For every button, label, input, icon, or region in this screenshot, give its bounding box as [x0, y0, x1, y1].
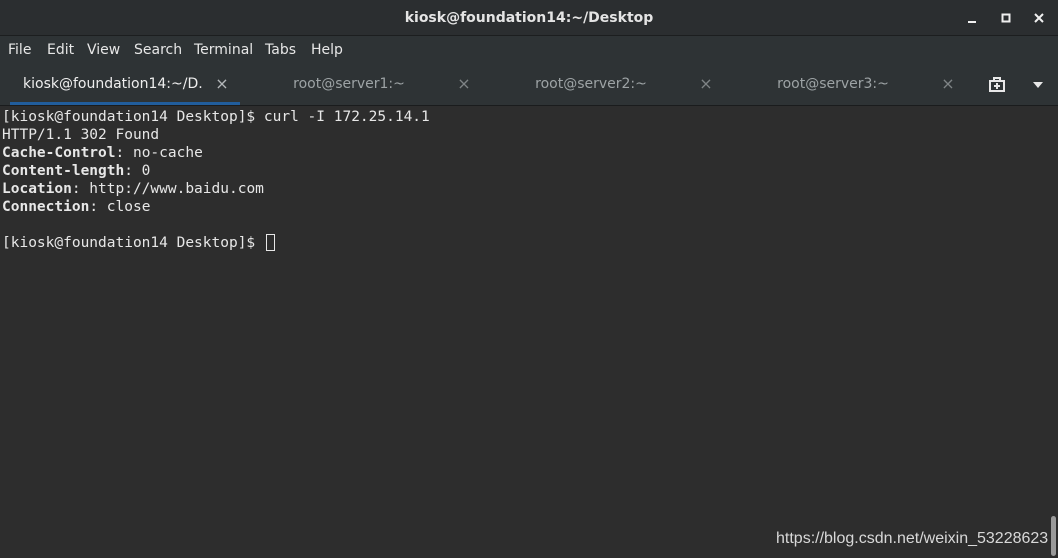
new-tab-icon [989, 77, 1005, 92]
header-value: : 0 [124, 163, 151, 179]
tab-root-server1[interactable]: root@server1:~ × [252, 64, 482, 105]
new-tab-button[interactable] [986, 74, 1008, 96]
header-value: : close [89, 199, 151, 215]
tab-root-server3[interactable]: root@server3:~ × [736, 64, 966, 105]
header-line: Location: http://www.baidu.com [2, 180, 264, 198]
minimize-icon [968, 21, 976, 23]
tab-label: root@server2:~ [535, 76, 647, 92]
tab-root-server2[interactable]: root@server2:~ × [494, 64, 724, 105]
terminal-scrollbar[interactable] [1050, 106, 1058, 558]
menu-edit[interactable]: Edit [47, 36, 74, 64]
tab-close-icon[interactable]: × [940, 76, 956, 92]
header-name: Content-length [2, 163, 125, 179]
menu-view[interactable]: View [87, 36, 120, 64]
header-name: Connection [2, 199, 90, 215]
tab-bar: kiosk@foundation14:~/D... × root@server1… [0, 64, 1058, 106]
prompt-line: [kiosk@foundation14 Desktop]$ [2, 234, 275, 252]
close-window-button[interactable] [1029, 8, 1049, 28]
header-name: Location [2, 181, 72, 197]
active-tab-indicator [10, 102, 240, 105]
header-line: Connection: close [2, 198, 150, 216]
http-status-line: HTTP/1.1 302 Found [2, 127, 160, 143]
tabs-menu-button[interactable] [1027, 74, 1049, 96]
maximize-button[interactable] [996, 8, 1016, 28]
menu-bar: File Edit View Search Terminal Tabs Help [0, 36, 1058, 64]
text-cursor [265, 234, 275, 251]
header-value: : no-cache [115, 145, 203, 161]
dropdown-arrow-icon [1033, 82, 1043, 88]
command: curl -I 172.25.14.1 [263, 109, 430, 125]
tab-close-icon[interactable]: × [214, 76, 230, 92]
tab-kiosk-desktop[interactable]: kiosk@foundation14:~/D... × [10, 64, 240, 105]
command-line: [kiosk@foundation14 Desktop]$ curl -I 17… [2, 108, 430, 126]
terminal-output[interactable]: [kiosk@foundation14 Desktop]$ curl -I 17… [0, 106, 1050, 558]
menu-terminal[interactable]: Terminal [194, 36, 253, 64]
menu-search[interactable]: Search [134, 36, 182, 64]
tab-label: root@server1:~ [293, 76, 405, 92]
tab-close-icon[interactable]: × [698, 76, 714, 92]
final-prompt: [kiosk@foundation14 Desktop]$ [2, 235, 264, 251]
tab-label: root@server3:~ [777, 76, 889, 92]
menu-file[interactable]: File [8, 36, 31, 64]
menu-help[interactable]: Help [311, 36, 343, 64]
tab-label: kiosk@foundation14:~/D... [23, 76, 204, 92]
header-line: Content-length: 0 [2, 162, 150, 180]
close-icon [1034, 13, 1044, 23]
header-name: Cache-Control [2, 145, 116, 161]
maximize-icon [1001, 13, 1011, 23]
window-title: kiosk@foundation14:~/Desktop [404, 10, 654, 26]
tab-close-icon[interactable]: × [456, 76, 472, 92]
title-bar: kiosk@foundation14:~/Desktop [0, 0, 1058, 36]
scrollbar-thumb[interactable] [1051, 516, 1056, 556]
watermark-text: https://blog.csdn.net/weixin_53228623 [776, 530, 1049, 547]
menu-tabs[interactable]: Tabs [265, 36, 296, 64]
header-line: Cache-Control: no-cache [2, 144, 203, 162]
header-value: : http://www.baidu.com [71, 181, 264, 197]
minimize-button[interactable] [962, 8, 982, 28]
prompt: [kiosk@foundation14 Desktop]$ [2, 109, 264, 125]
